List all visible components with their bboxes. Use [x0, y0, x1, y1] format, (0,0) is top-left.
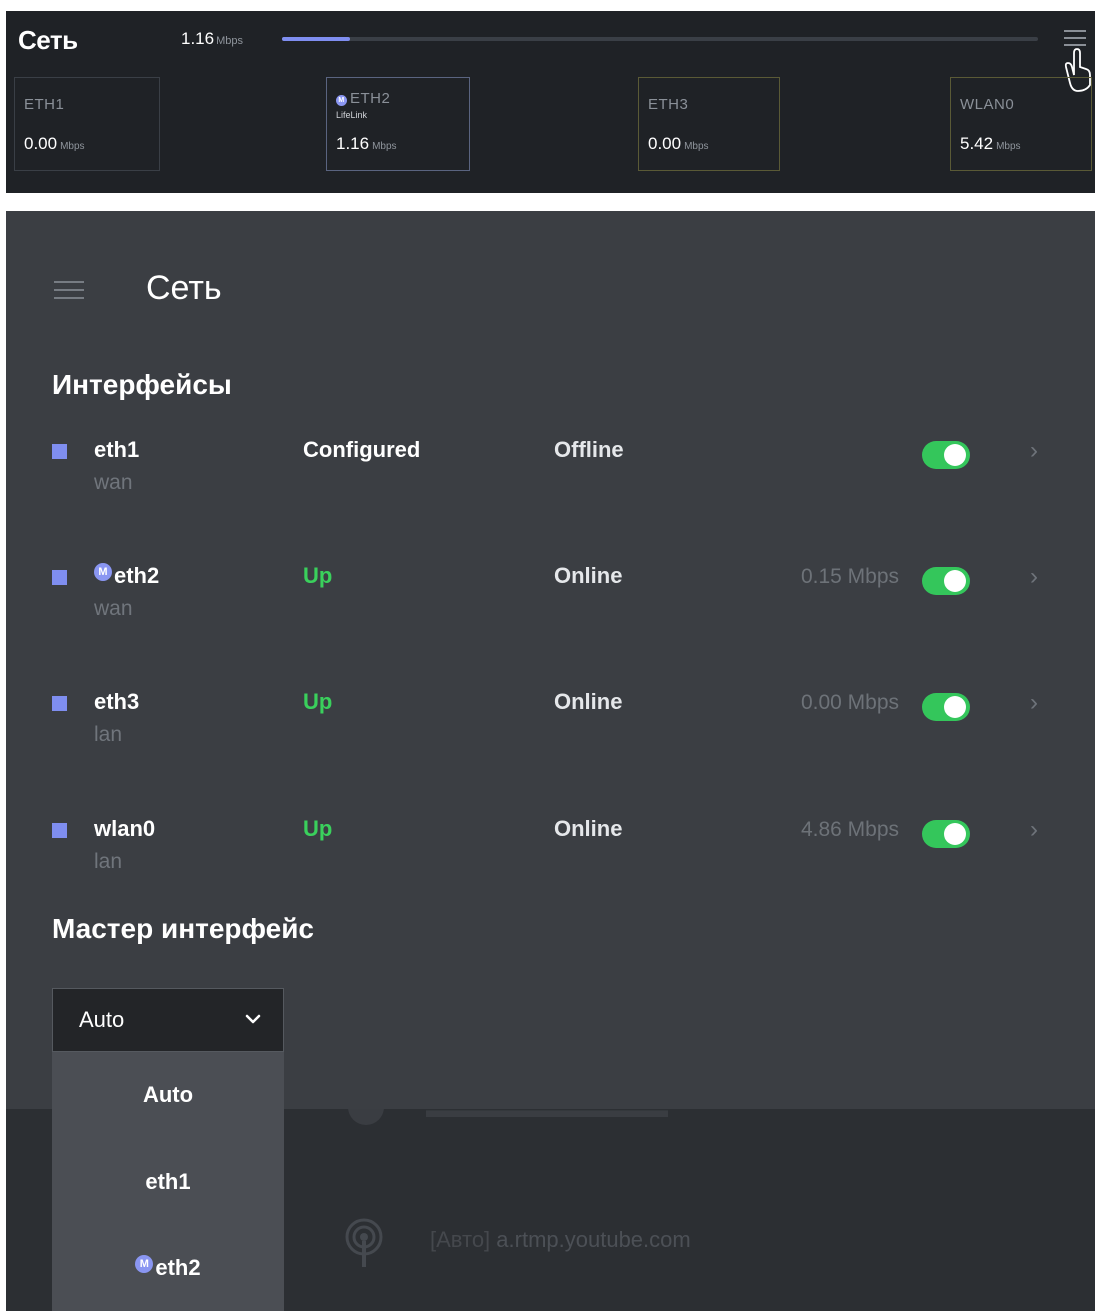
- master-badge-icon: M: [336, 95, 347, 106]
- background-item-label: ▬▬▬▬▬▬▬▬▬▬▬: [426, 1097, 668, 1122]
- interface-enable-toggle[interactable]: [922, 820, 970, 848]
- interface-color-marker: [52, 696, 67, 711]
- toggle-knob: [944, 823, 966, 845]
- rtmp-url: a.rtmp.youtube.com: [496, 1227, 691, 1252]
- interface-status: Up: [303, 816, 333, 841]
- card-sub: LifeLink: [336, 110, 368, 120]
- card-value: 0.00 Mbps: [24, 134, 85, 154]
- rtmp-prefix: [Авто]: [430, 1227, 491, 1252]
- interface-connection: Online: [554, 563, 623, 588]
- dropdown-option-label: eth2: [155, 1255, 201, 1280]
- interface-row-wlan0[interactable]: wlan0 lan Up Online 4.86 Mbps ›: [6, 816, 1095, 886]
- interface-zone: lan: [94, 723, 123, 746]
- toggle-knob: [944, 444, 966, 466]
- chevron-right-icon[interactable]: ›: [1030, 563, 1038, 591]
- interface-speed: 0.15 Mbps: [800, 565, 899, 588]
- toggle-knob: [944, 696, 966, 718]
- total-rate: 1.16 Mbps: [181, 29, 243, 49]
- card-value-unit: Mbps: [684, 141, 709, 152]
- card-value: 1.16 Mbps: [336, 134, 397, 154]
- card-name-text: ETH2: [350, 90, 391, 107]
- card-value-unit: Mbps: [996, 141, 1021, 152]
- interface-color-marker: [52, 444, 67, 459]
- interface-speed: 4.86 Mbps: [800, 818, 899, 841]
- interface-card-wlan0[interactable]: WLAN0 5.42 Mbps: [950, 77, 1092, 171]
- interface-card-eth1[interactable]: ETH1 0.00 Mbps: [14, 77, 160, 171]
- interface-status: Configured: [303, 437, 421, 462]
- card-name: WLAN0: [960, 96, 1015, 113]
- master-badge-icon: M: [94, 563, 112, 581]
- interface-speed: 0.00 Mbps: [800, 691, 899, 714]
- master-interface-heading: Мастер интерфейс: [52, 913, 314, 944]
- interface-zone: lan: [94, 850, 123, 873]
- interface-card-eth2[interactable]: M ETH2 LifeLink 1.16 Mbps: [326, 77, 470, 171]
- card-value: 0.00 Mbps: [648, 134, 709, 154]
- card-value: 5.42 Mbps: [960, 134, 1021, 154]
- interface-zone: wan: [94, 597, 133, 620]
- interface-enable-toggle[interactable]: [922, 567, 970, 595]
- card-name: ETH1: [24, 96, 65, 113]
- interface-row-eth3[interactable]: eth3 lan Up Online 0.00 Mbps ›: [6, 689, 1095, 759]
- toggle-knob: [944, 570, 966, 592]
- master-interface-select[interactable]: Auto: [52, 988, 284, 1052]
- play-circle-icon: [348, 1109, 384, 1125]
- card-value-unit: Mbps: [372, 141, 397, 152]
- page-title: Сеть: [146, 269, 222, 307]
- network-status-bar: Сеть 1.16 Mbps ETH1 0.00 Mbps M ETH2 LifeLi…: [6, 11, 1095, 193]
- interface-name-text: eth2: [114, 563, 160, 588]
- dropdown-option-auto[interactable]: Auto: [52, 1052, 284, 1138]
- dropdown-option-eth1[interactable]: eth1: [52, 1139, 284, 1225]
- interface-name: wlan0: [94, 816, 156, 841]
- total-rate-value: 1.16: [181, 29, 215, 48]
- broadcast-icon: [345, 1218, 383, 1267]
- interface-row-eth2[interactable]: Meth2 wan Up Online 0.15 Mbps ›: [6, 563, 1095, 633]
- interface-color-marker: [52, 570, 67, 585]
- interface-enable-toggle[interactable]: [922, 441, 970, 469]
- card-value-number: 5.42: [960, 134, 994, 153]
- master-badge-icon: M: [135, 1255, 154, 1273]
- interface-row-eth1[interactable]: eth1 wan Configured Offline ›: [6, 437, 1095, 507]
- chevron-right-icon[interactable]: ›: [1030, 689, 1038, 717]
- total-rate-unit: Mbps: [216, 35, 243, 47]
- network-panel: ▬▬▬▬▬▬▬▬▬▬▬ [Авто] a.rtmp.youtube.com Се…: [6, 211, 1095, 1311]
- rtmp-destination: [Авто] a.rtmp.youtube.com: [430, 1227, 691, 1253]
- interface-zone: wan: [94, 471, 133, 494]
- chevron-down-icon: [245, 1014, 261, 1024]
- select-value: Auto: [79, 1007, 125, 1032]
- interface-card-eth3[interactable]: ETH3 0.00 Mbps: [638, 77, 780, 171]
- interface-connection: Online: [554, 816, 623, 841]
- card-value-number: 0.00: [648, 134, 682, 153]
- bandwidth-progress-bar: [282, 37, 1038, 41]
- interfaces-heading: Интерфейсы: [52, 369, 232, 400]
- interface-status: Up: [303, 563, 333, 588]
- card-name: ETH3: [648, 96, 689, 113]
- chevron-right-icon[interactable]: ›: [1030, 437, 1038, 465]
- interface-name: eth1: [94, 437, 140, 462]
- card-value-number: 0.00: [24, 134, 58, 153]
- hamburger-icon[interactable]: [54, 281, 84, 299]
- interface-name: eth3: [94, 689, 140, 714]
- topbar-title: Сеть: [18, 25, 78, 55]
- interface-enable-toggle[interactable]: [922, 693, 970, 721]
- interface-status: Up: [303, 689, 333, 714]
- interface-connection: Online: [554, 689, 623, 714]
- card-value-unit: Mbps: [60, 141, 85, 152]
- card-value-number: 1.16: [336, 134, 370, 153]
- dropdown-option-eth2[interactable]: Meth2: [52, 1225, 284, 1311]
- chevron-right-icon[interactable]: ›: [1030, 816, 1038, 844]
- card-name: M ETH2: [336, 90, 390, 107]
- interface-color-marker: [52, 823, 67, 838]
- master-interface-dropdown: Auto eth1 Meth2: [52, 1052, 284, 1311]
- interface-name: Meth2: [94, 563, 159, 589]
- interface-connection: Offline: [554, 437, 624, 462]
- bandwidth-progress-fill: [282, 37, 351, 41]
